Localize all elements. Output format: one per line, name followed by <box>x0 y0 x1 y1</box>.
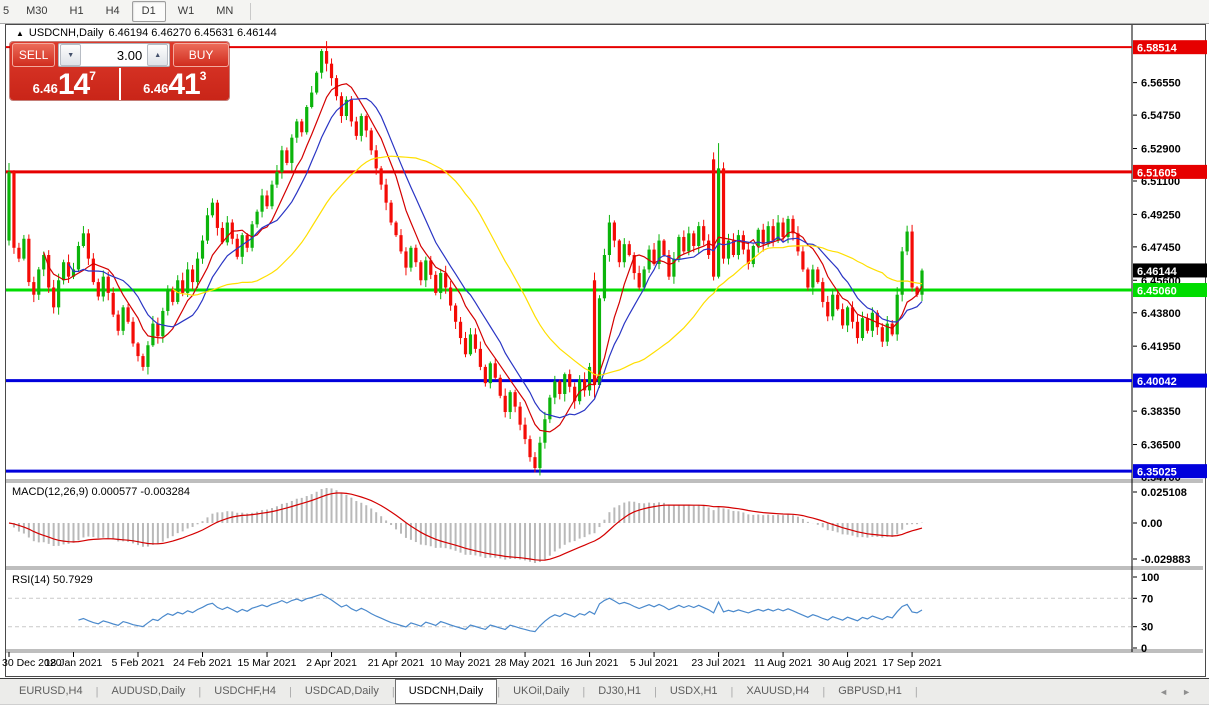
sell-price-box[interactable]: 6.46 14 7 <box>10 68 121 100</box>
buy-price-big: 41 <box>168 71 199 99</box>
sell-button[interactable]: SELL <box>12 43 55 67</box>
sell-price-sup: 7 <box>89 69 96 83</box>
svg-text:70: 70 <box>1141 593 1153 605</box>
sell-price-prefix: 6.46 <box>33 81 58 96</box>
price-chart-svg[interactable]: 6.565506.547506.529006.511006.492506.474… <box>0 0 1209 705</box>
tab-scroll-right-icon[interactable]: ► <box>1182 687 1191 697</box>
chart-tab-bar: EURUSD,H4|AUDUSD,Daily|USDCHF,H4|USDCAD,… <box>0 678 1209 705</box>
volume-increase-button[interactable]: ▲ <box>147 44 168 66</box>
svg-text:6.36500: 6.36500 <box>1141 440 1181 452</box>
svg-text:6.58514: 6.58514 <box>1137 43 1178 55</box>
svg-text:0.00: 0.00 <box>1141 518 1162 530</box>
svg-text:30: 30 <box>1141 622 1153 634</box>
svg-text:10 May 2021: 10 May 2021 <box>430 657 491 669</box>
tab-scroll-left-icon[interactable]: ◄ <box>1159 687 1168 697</box>
svg-text:0.025108: 0.025108 <box>1141 487 1187 499</box>
svg-text:0: 0 <box>1141 643 1147 655</box>
tab-usdcad-daily[interactable]: USDCAD,Daily <box>292 679 392 704</box>
svg-text:17 Sep 2021: 17 Sep 2021 <box>882 657 942 669</box>
chart-ohlc-values: 6.46194 6.46270 6.45631 6.46144 <box>108 27 276 39</box>
svg-text:6.49250: 6.49250 <box>1141 209 1181 221</box>
tab-gbpusd-h1[interactable]: GBPUSD,H1 <box>825 679 915 704</box>
svg-text:-0.029883: -0.029883 <box>1141 554 1191 566</box>
volume-stepper: ▼ 3.00 ▲ <box>58 43 170 67</box>
collapse-arrow-icon[interactable]: ▲ <box>16 29 24 38</box>
svg-text:6.40042: 6.40042 <box>1137 376 1177 388</box>
svg-text:6.38350: 6.38350 <box>1141 406 1181 418</box>
tab-eurusd-h4[interactable]: EURUSD,H4 <box>6 679 96 704</box>
timeframe-button-h1[interactable]: H1 <box>60 1 94 22</box>
buy-price-sup: 3 <box>200 69 207 83</box>
rsi-label: RSI(14) 50.7929 <box>12 574 93 586</box>
trade-panel-price-row: 6.46 14 7 6.46 41 3 <box>10 68 229 100</box>
tab-dj30-h1[interactable]: DJ30,H1 <box>585 679 654 704</box>
timeframe-toolbar: 5 M30 H1 H4 D1 W1 MN <box>0 0 1209 24</box>
rsi-value: 50.7929 <box>53 574 93 586</box>
svg-text:24 Feb 2021: 24 Feb 2021 <box>173 657 232 669</box>
timeframe-button-m30[interactable]: M30 <box>16 1 57 22</box>
chart-title: ▲ USDCNH,Daily 6.46194 6.46270 6.45631 6… <box>16 27 277 39</box>
buy-button[interactable]: BUY <box>173 43 229 67</box>
svg-text:21 Apr 2021: 21 Apr 2021 <box>368 657 425 669</box>
svg-text:6.45060: 6.45060 <box>1137 286 1177 298</box>
tab-usdx-h1[interactable]: USDX,H1 <box>657 679 731 704</box>
tab-usdcnh-daily[interactable]: USDCNH,Daily <box>395 679 498 704</box>
chart-frame <box>6 25 1203 674</box>
timeframe-button-w1[interactable]: W1 <box>168 1 205 22</box>
chart-symbol-label: USDCNH,Daily <box>29 27 104 39</box>
svg-text:18 Jan 2021: 18 Jan 2021 <box>45 657 103 669</box>
tab-usdchf-h4[interactable]: USDCHF,H4 <box>201 679 289 704</box>
svg-text:100: 100 <box>1141 572 1159 584</box>
rsi-name: RSI(14) <box>12 574 50 586</box>
svg-text:6.41950: 6.41950 <box>1141 341 1181 353</box>
svg-text:30 Aug 2021: 30 Aug 2021 <box>818 657 877 669</box>
svg-text:6.51605: 6.51605 <box>1137 167 1177 179</box>
volume-decrease-button[interactable]: ▼ <box>60 44 81 66</box>
tab-xauusd-h4[interactable]: XAUUSD,H4 <box>733 679 822 704</box>
tab-audusd-daily[interactable]: AUDUSD,Daily <box>98 679 198 704</box>
tab-ukoil-daily[interactable]: UKOil,Daily <box>500 679 582 704</box>
toolbar-separator <box>250 3 251 20</box>
buy-price-prefix: 6.46 <box>143 81 168 96</box>
svg-text:2 Apr 2021: 2 Apr 2021 <box>306 657 357 669</box>
trading-terminal: { "toolbar": { "timeframes": ["5", "M30"… <box>0 0 1209 705</box>
timeframe-button-h4[interactable]: H4 <box>96 1 130 22</box>
svg-text:6.47450: 6.47450 <box>1141 242 1181 254</box>
svg-text:28 May 2021: 28 May 2021 <box>495 657 556 669</box>
timeframe-button-d1[interactable]: D1 <box>132 1 166 22</box>
macd-label: MACD(12,26,9) 0.000577 -0.003284 <box>12 486 190 498</box>
tab-scroll-buttons: ◄ ► <box>1159 687 1191 697</box>
buy-price-box[interactable]: 6.46 41 3 <box>121 68 230 100</box>
timeframe-button-m5[interactable]: 5 <box>1 1 14 22</box>
svg-text:6.35025: 6.35025 <box>1137 467 1177 479</box>
current-price-badge: 6.46144 <box>1133 263 1207 278</box>
sell-price-big: 14 <box>58 71 89 99</box>
svg-text:6.43800: 6.43800 <box>1141 308 1181 320</box>
svg-text:6.46144: 6.46144 <box>1137 266 1178 278</box>
svg-text:5 Feb 2021: 5 Feb 2021 <box>111 657 164 669</box>
one-click-trade-panel: SELL ▼ 3.00 ▲ BUY 6.46 14 7 6.46 41 3 <box>10 42 229 100</box>
svg-text:5 Jul 2021: 5 Jul 2021 <box>630 657 679 669</box>
macd-name: MACD(12,26,9) <box>12 486 88 498</box>
timeframe-button-mn[interactable]: MN <box>206 1 243 22</box>
svg-text:23 Jul 2021: 23 Jul 2021 <box>691 657 745 669</box>
svg-text:16 Jun 2021: 16 Jun 2021 <box>561 657 619 669</box>
svg-text:6.52900: 6.52900 <box>1141 144 1181 156</box>
svg-text:6.54750: 6.54750 <box>1141 110 1181 122</box>
svg-text:15 Mar 2021: 15 Mar 2021 <box>238 657 297 669</box>
tab-separator: | <box>915 686 918 698</box>
svg-text:6.56550: 6.56550 <box>1141 78 1181 90</box>
volume-input[interactable]: 3.00 <box>82 48 146 63</box>
macd-values: 0.000577 -0.003284 <box>91 486 189 498</box>
svg-text:11 Aug 2021: 11 Aug 2021 <box>754 657 812 669</box>
trade-panel-top-row: SELL ▼ 3.00 ▲ BUY <box>10 42 229 68</box>
